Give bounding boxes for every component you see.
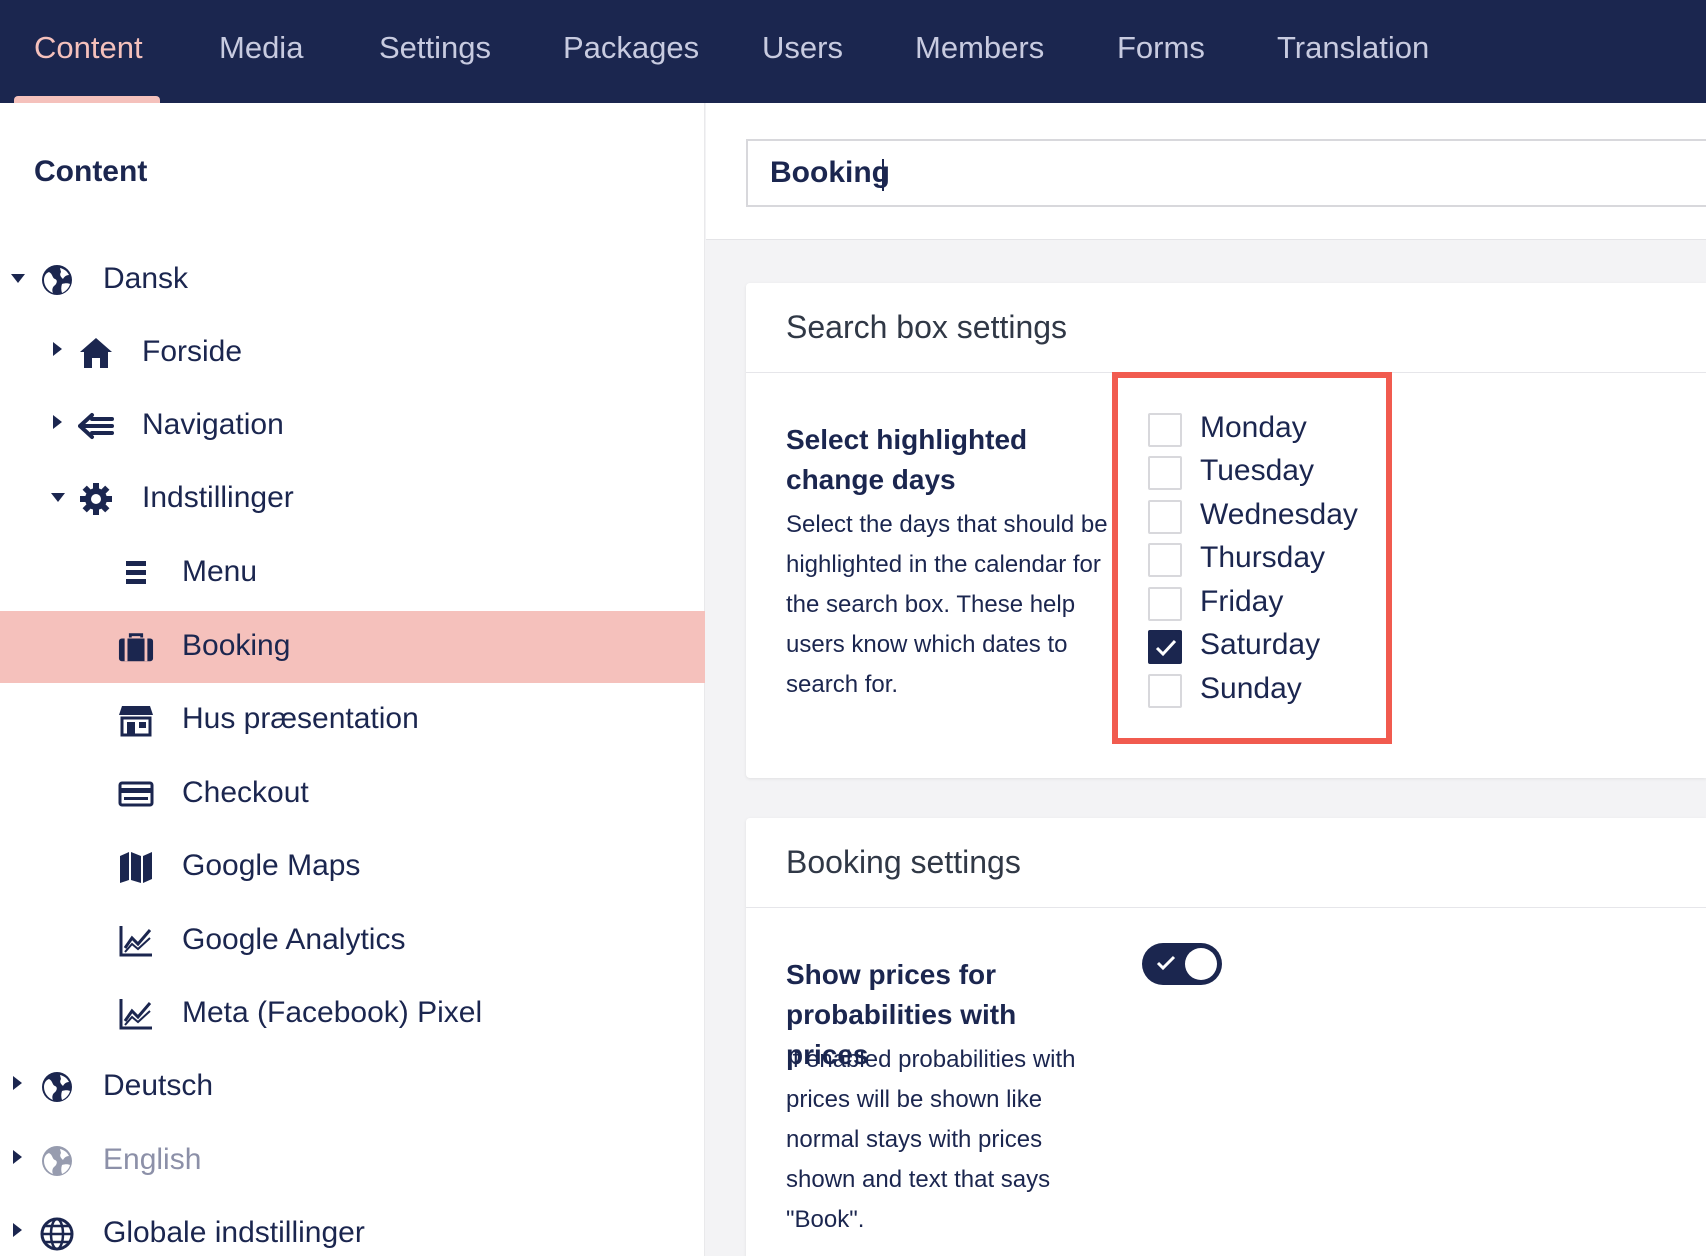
show-prices-toggle[interactable]: [1142, 943, 1222, 985]
caret-right-icon[interactable]: [13, 1223, 22, 1237]
tab-members[interactable]: Members: [915, 30, 1044, 66]
tree-label: Checkout: [182, 776, 309, 809]
tab-packages[interactable]: Packages: [563, 30, 699, 66]
checkbox-label: Sunday: [1200, 672, 1302, 705]
checkbox-label: Friday: [1200, 585, 1284, 618]
credit-card-icon: [118, 776, 154, 812]
checkbox-label: Wednesday: [1200, 498, 1358, 531]
tab-translation[interactable]: Translation: [1277, 30, 1429, 66]
property-description: Select the days that should be highlight…: [786, 511, 1108, 698]
checkbox[interactable]: [1148, 456, 1182, 490]
text-cursor: [882, 159, 884, 191]
tree-item-checkout[interactable]: Checkout: [0, 758, 705, 830]
tree-label: Google Analytics: [182, 923, 406, 956]
tab-media[interactable]: Media: [219, 30, 303, 66]
node-name-input[interactable]: [746, 139, 1706, 207]
property-label: Select highlighted change days: [786, 424, 1028, 495]
tree-item-google-maps[interactable]: Google Maps: [0, 831, 705, 903]
top-navigation-bar: Content Media Settings Packages Users Me…: [0, 0, 1706, 103]
checkbox-label: Thursday: [1200, 541, 1326, 574]
world-icon: [39, 1216, 75, 1252]
tree-item-booking[interactable]: Booking: [0, 611, 705, 683]
caret-down-icon[interactable]: [51, 493, 65, 502]
caret-right-icon[interactable]: [13, 1150, 22, 1164]
panel-title: Search box settings: [786, 309, 1068, 345]
checkbox-label: Monday: [1200, 411, 1307, 444]
globe-icon: [39, 262, 75, 298]
chart-icon: [118, 923, 154, 959]
tree-label: Indstillinger: [142, 481, 294, 514]
caret-right-icon[interactable]: [13, 1076, 22, 1090]
caret-right-icon[interactable]: [53, 415, 62, 429]
checkbox-label: Tuesday: [1200, 454, 1314, 487]
gear-icon: [78, 481, 114, 517]
tree-label: English: [103, 1143, 202, 1176]
map-icon: [118, 849, 154, 885]
checkbox[interactable]: [1148, 587, 1182, 621]
tree-item-forside[interactable]: Forside: [0, 317, 705, 389]
tab-users[interactable]: Users: [762, 30, 843, 66]
active-tab-indicator: [14, 96, 160, 103]
store-icon: [118, 702, 154, 738]
home-icon: [78, 335, 114, 371]
tree-label: Dansk: [103, 262, 189, 295]
editor-header: [706, 103, 1706, 240]
tree-item-menu[interactable]: Menu: [0, 537, 705, 609]
checkbox-checked[interactable]: [1148, 630, 1182, 664]
tab-settings[interactable]: Settings: [379, 30, 491, 66]
tab-forms[interactable]: Forms: [1117, 30, 1205, 66]
globe-icon: [39, 1143, 75, 1179]
tree-item-english[interactable]: English: [0, 1125, 705, 1197]
toggle-knob: [1185, 948, 1217, 980]
panel-header: Search box settings: [746, 283, 1706, 373]
menu-icon: [118, 555, 154, 591]
chart-icon: [118, 996, 154, 1032]
tree-label: Deutsch: [103, 1069, 214, 1102]
checkmark-icon: [1155, 639, 1177, 657]
tree-item-hus-praesentation[interactable]: Hus præsentation: [0, 684, 705, 756]
tree-item-meta-pixel[interactable]: Meta (Facebook) Pixel: [0, 978, 705, 1050]
checkbox[interactable]: [1148, 413, 1182, 447]
content-tree-sidebar: Content Dansk Forside Navigation Indstil…: [0, 103, 705, 1256]
tree-label: Booking: [182, 629, 291, 662]
property-description: If enabled probabilities with prices wil…: [786, 1046, 1076, 1233]
caret-right-icon[interactable]: [53, 342, 62, 356]
sidebar-title: Content: [34, 155, 148, 188]
tree-label: Globale indstillinger: [103, 1216, 365, 1249]
briefcase-icon: [118, 629, 154, 665]
booking-settings-panel: Booking settings Show prices for probabi…: [746, 818, 1706, 1256]
navigation-icon: [78, 408, 114, 444]
tab-content[interactable]: Content: [34, 30, 143, 66]
checkbox[interactable]: [1148, 543, 1182, 577]
highlighted-days-checkbox-list: Monday Tuesday Wednesday Thursday Friday…: [1112, 372, 1392, 744]
caret-down-icon[interactable]: [11, 274, 25, 283]
tree-item-google-analytics[interactable]: Google Analytics: [0, 905, 705, 977]
tree-label: Google Maps: [182, 849, 361, 882]
tree-label: Forside: [142, 335, 243, 368]
tree-label: Meta (Facebook) Pixel: [182, 996, 483, 1029]
tree-label: Navigation: [142, 408, 284, 441]
tree-item-globale-indstillinger[interactable]: Globale indstillinger: [0, 1198, 705, 1256]
tree-item-indstillinger[interactable]: Indstillinger: [0, 463, 705, 535]
panel-header: Booking settings: [746, 818, 1706, 908]
checkbox[interactable]: [1148, 500, 1182, 534]
panel-title: Booking settings: [786, 844, 1021, 880]
tree-item-navigation[interactable]: Navigation: [0, 390, 705, 462]
tree-item-deutsch[interactable]: Deutsch: [0, 1051, 705, 1123]
tree-item-dansk[interactable]: Dansk: [0, 244, 705, 316]
globe-icon: [39, 1069, 75, 1105]
tree-label: Hus præsentation: [182, 702, 419, 735]
checkbox-label: Saturday: [1200, 628, 1321, 661]
checkbox[interactable]: [1148, 674, 1182, 708]
tree-label: Menu: [182, 555, 258, 588]
checkmark-icon: [1156, 955, 1176, 971]
